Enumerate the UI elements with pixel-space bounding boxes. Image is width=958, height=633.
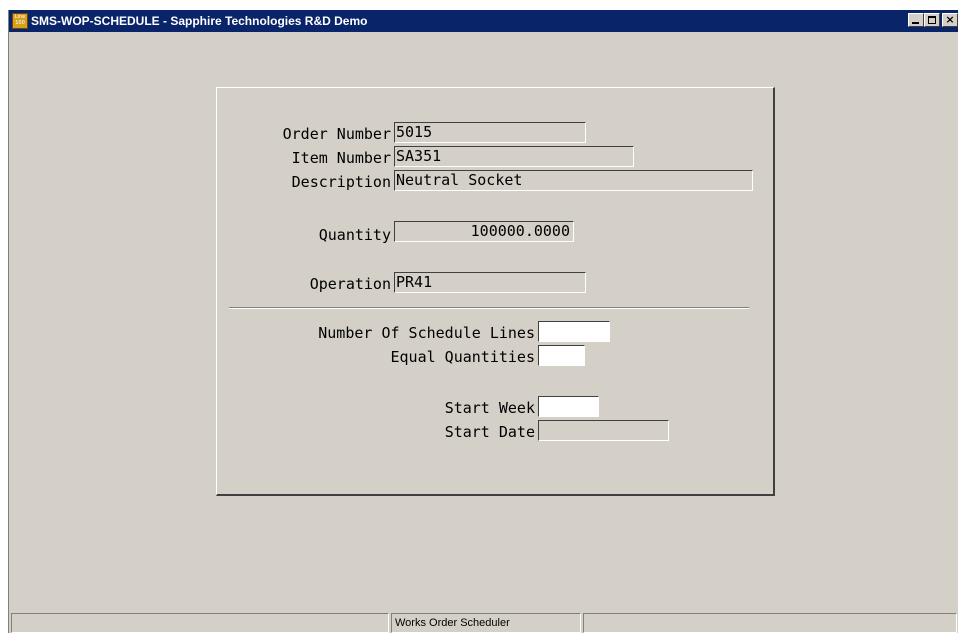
- minimize-button[interactable]: [908, 13, 924, 27]
- window-title: SMS-WOP-SCHEDULE - Sapphire Technologies…: [31, 14, 368, 28]
- description-field[interactable]: Neutral Socket: [394, 170, 753, 191]
- application-window: Line 100 SMS-WOP-SCHEDULE - Sapphire Tec…: [8, 10, 958, 633]
- schedule-form-panel: Order Number 5015 Item Number SA351 Desc…: [216, 87, 775, 496]
- close-button[interactable]: ×: [942, 13, 958, 27]
- item-number-label: Item Number: [291, 149, 391, 167]
- operation-field[interactable]: PR41: [394, 272, 586, 293]
- title-bar[interactable]: Line 100 SMS-WOP-SCHEDULE - Sapphire Tec…: [9, 10, 958, 32]
- section-divider: [229, 307, 749, 309]
- start-week-input[interactable]: [538, 396, 599, 417]
- status-pane-right: [583, 613, 957, 633]
- quantity-label: Quantity: [318, 226, 391, 244]
- maximize-button[interactable]: [924, 13, 940, 27]
- start-date-field[interactable]: [538, 420, 669, 441]
- start-date-label: Start Date: [444, 423, 535, 441]
- start-week-label: Start Week: [444, 399, 535, 417]
- app-icon-text: Line 100: [14, 14, 26, 26]
- schedule-lines-label: Number Of Schedule Lines: [318, 324, 535, 342]
- quantity-field[interactable]: 100000.0000: [394, 221, 574, 242]
- item-number-field[interactable]: SA351: [394, 146, 634, 167]
- description-label: Description: [291, 173, 391, 191]
- equal-quantities-label: Equal Quantities: [390, 348, 536, 366]
- order-number-field[interactable]: 5015: [394, 122, 586, 143]
- window-controls: ×: [908, 13, 958, 29]
- operation-label: Operation: [309, 275, 391, 293]
- status-pane-left: [11, 613, 389, 633]
- order-number-label: Order Number: [282, 125, 391, 143]
- equal-quantities-input[interactable]: [538, 345, 585, 366]
- status-pane-center: Works Order Scheduler: [391, 613, 581, 633]
- line100-app-icon[interactable]: Line 100: [12, 13, 28, 29]
- status-bar: Works Order Scheduler: [9, 613, 958, 633]
- schedule-lines-input[interactable]: [538, 321, 610, 342]
